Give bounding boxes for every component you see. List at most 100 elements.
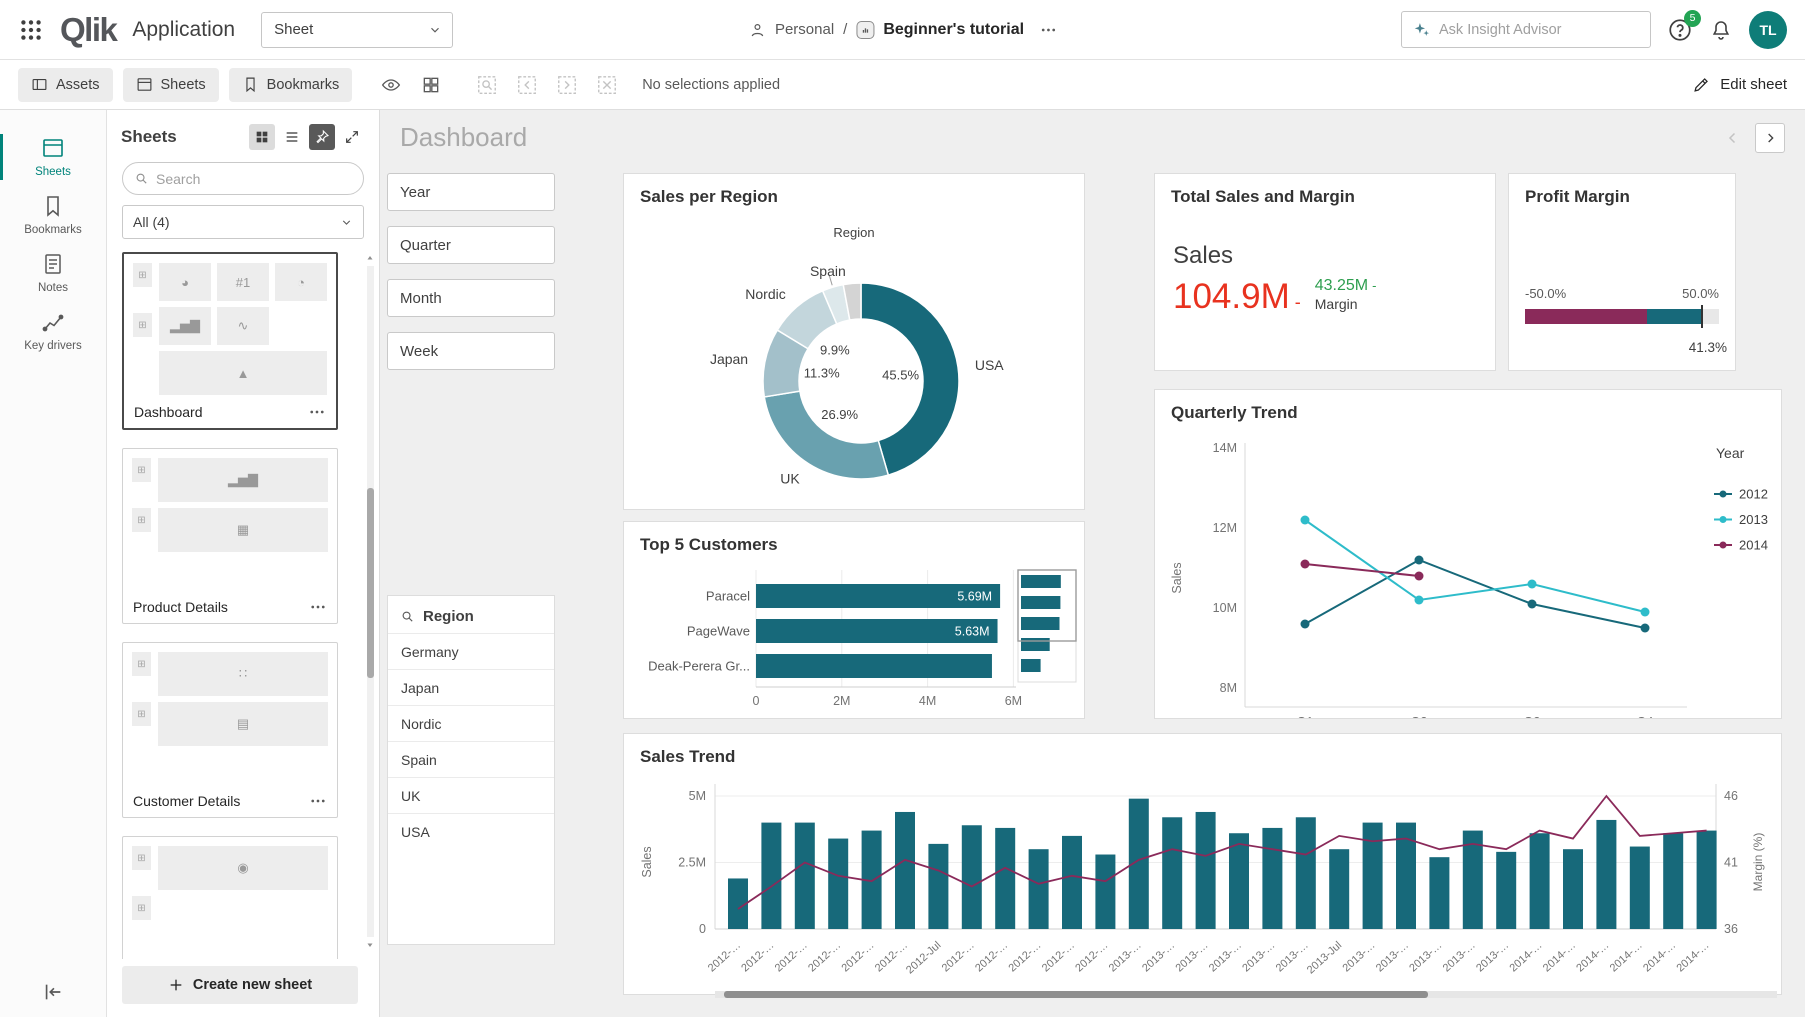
sheet-card-menu-icon[interactable]	[309, 792, 327, 810]
filter-pane-quarter[interactable]: Quarter	[387, 226, 555, 264]
ownership-label[interactable]: Personal	[775, 21, 834, 38]
svg-text:14M: 14M	[1213, 441, 1237, 455]
svg-text:2012-…: 2012-…	[940, 939, 977, 974]
layout-grid-icon[interactable]	[416, 70, 446, 100]
grid-view-icon[interactable]	[249, 124, 275, 150]
thumbnail-chart-icon: #1	[217, 263, 269, 301]
collapse-rail-icon[interactable]	[42, 981, 64, 1003]
svg-text:2014-…: 2014-…	[1574, 939, 1611, 974]
filter-pane-week[interactable]: Week	[387, 332, 555, 370]
rail-item-key-drivers[interactable]: Key drivers	[0, 302, 106, 360]
svg-text:2012-Jul: 2012-Jul	[904, 939, 943, 976]
svg-text:4M: 4M	[919, 694, 936, 708]
svg-text:2014-…: 2014-…	[1507, 939, 1544, 974]
region-value-nordic[interactable]: Nordic	[388, 705, 554, 741]
region-value-japan[interactable]: Japan	[388, 669, 554, 705]
selections-search-icon[interactable]	[472, 70, 502, 100]
user-avatar[interactable]: TL	[1749, 11, 1787, 49]
selections-forward-icon[interactable]	[552, 70, 582, 100]
profit-margin-gauge[interactable]: -50.0%50.0%41.3%	[1509, 248, 1735, 334]
filter-pane-year[interactable]: Year	[387, 173, 555, 211]
sheet-selector[interactable]: Sheet	[261, 12, 453, 48]
quarterly-trend-line-chart[interactable]: Sales8M10M12M14MQ1Q2Q3Q4Year201220132014	[1155, 428, 1781, 718]
sheet-card-menu-icon[interactable]	[309, 598, 327, 616]
region-value-usa[interactable]: USA	[388, 813, 554, 849]
panel-sales-per-region: Sales per Region Region45.5%USA26.9%UK11…	[623, 173, 1085, 510]
hscroll-thumb[interactable]	[724, 991, 1428, 998]
sheet-card-menu-icon[interactable]	[308, 403, 326, 421]
region-listbox: Region GermanyJapanNordicSpainUKUSA	[387, 595, 555, 945]
sheets-button[interactable]: Sheets	[123, 68, 219, 102]
pin-panel-icon[interactable]	[309, 124, 335, 150]
svg-text:2013-…: 2013-…	[1407, 939, 1444, 974]
scroll-up-icon[interactable]	[364, 252, 376, 264]
svg-text:Region: Region	[833, 225, 874, 240]
thumbnail-chart-icon: ◕	[159, 263, 211, 301]
kpi-margin-label: Margin	[1315, 296, 1377, 314]
svg-text:5.69M: 5.69M	[957, 590, 992, 604]
app-title[interactable]: Beginner's tutorial	[883, 21, 1024, 39]
show-hide-icon[interactable]	[376, 70, 406, 100]
svg-text:45.5%: 45.5%	[882, 367, 919, 382]
previous-sheet-icon[interactable]	[1719, 124, 1747, 152]
list-view-icon[interactable]	[279, 124, 305, 150]
rail-item-bookmarks[interactable]: Bookmarks	[0, 186, 106, 244]
sheet-card-dashboard[interactable]: ⊞⊞◕#1◔▂▅▇∿▲Dashboard	[122, 252, 338, 430]
sheets-filter-dropdown[interactable]: All (4)	[122, 205, 364, 239]
app-launcher-icon[interactable]	[18, 17, 44, 43]
svg-text:2012-…: 2012-…	[806, 939, 843, 974]
kpi-total-sales[interactable]: Sales 104.9M- 43.25M- Margin	[1155, 210, 1495, 328]
selections-clear-icon[interactable]	[592, 70, 622, 100]
app-icon[interactable]	[856, 21, 874, 39]
scroll-thumb[interactable]	[367, 488, 374, 678]
sheet-card-customer-details[interactable]: ⊞⊞∷▤Customer Details	[122, 642, 338, 818]
bookmarks-button[interactable]: Bookmarks	[229, 68, 353, 102]
sales-per-region-donut-chart[interactable]: Region45.5%USA26.9%UK11.3%Japan9.9%Nordi…	[624, 212, 1084, 509]
thumbnail-filter-icon: ⊞	[132, 508, 151, 532]
gauge-bar	[1525, 309, 1719, 324]
person-icon	[748, 21, 766, 39]
region-value-germany[interactable]: Germany	[388, 633, 554, 669]
panel-sales-trend: Sales Trend 02.5M5M364146SalesMargin (%)…	[623, 733, 1782, 995]
sales-trend-combo-chart[interactable]: 02.5M5M364146SalesMargin (%)2012-…2012-……	[624, 772, 1781, 994]
rail-item-notes[interactable]: Notes	[0, 244, 106, 302]
toolbar: Assets Sheets Bookmarks No selections ap…	[0, 60, 1805, 110]
svg-text:Deak-Perera Gr...: Deak-Perera Gr...	[648, 659, 750, 674]
svg-text:8M: 8M	[1220, 681, 1237, 695]
assets-button[interactable]: Assets	[18, 68, 113, 102]
insight-advisor-search[interactable]	[1401, 11, 1651, 48]
rail-item-label: Key drivers	[24, 340, 82, 352]
scroll-down-icon[interactable]	[364, 939, 376, 951]
selections-back-icon[interactable]	[512, 70, 542, 100]
sheet-card-partial[interactable]: ⊞⊞◉	[122, 836, 338, 959]
search-icon	[134, 171, 149, 186]
next-sheet-icon[interactable]	[1755, 123, 1785, 153]
svg-text:2.5M: 2.5M	[678, 856, 706, 870]
sheets-panel-scrollbar[interactable]	[364, 252, 376, 951]
region-listbox-header[interactable]: Region	[388, 596, 554, 633]
top5-customers-bar-chart[interactable]: 02M4M6MParacel5.69MPageWave5.63MDeak-Per…	[624, 560, 1084, 718]
sales-trend-hscrollbar[interactable]	[715, 991, 1777, 998]
search-icon[interactable]	[400, 609, 415, 624]
sheets-search[interactable]	[122, 162, 364, 195]
sheets-search-input[interactable]	[156, 171, 352, 187]
svg-text:41: 41	[1724, 856, 1738, 870]
svg-text:2012: 2012	[1739, 487, 1768, 502]
help-button[interactable]: 5	[1667, 17, 1693, 43]
region-value-uk[interactable]: UK	[388, 777, 554, 813]
sheet-canvas: YearQuarterMonthWeek Sales per Region Re…	[380, 165, 1805, 1017]
help-badge: 5	[1684, 10, 1701, 27]
create-new-sheet-button[interactable]: Create new sheet	[122, 966, 358, 1004]
insight-advisor-input[interactable]	[1439, 22, 1640, 38]
left-nav-rail: SheetsBookmarksNotes Key drivers	[0, 110, 107, 1017]
svg-text:2M: 2M	[833, 694, 850, 708]
region-listbox-title: Region	[423, 608, 474, 625]
expand-panel-icon[interactable]	[339, 124, 365, 150]
rail-item-sheets[interactable]: Sheets	[0, 128, 106, 186]
notifications-bell-icon[interactable]	[1709, 18, 1733, 42]
sheet-card-product-details[interactable]: ⊞⊞▂▅▇▦Product Details	[122, 448, 338, 624]
more-options-icon[interactable]	[1039, 21, 1057, 39]
filter-pane-month[interactable]: Month	[387, 279, 555, 317]
region-value-spain[interactable]: Spain	[388, 741, 554, 777]
edit-sheet-button[interactable]: Edit sheet	[1692, 75, 1787, 94]
